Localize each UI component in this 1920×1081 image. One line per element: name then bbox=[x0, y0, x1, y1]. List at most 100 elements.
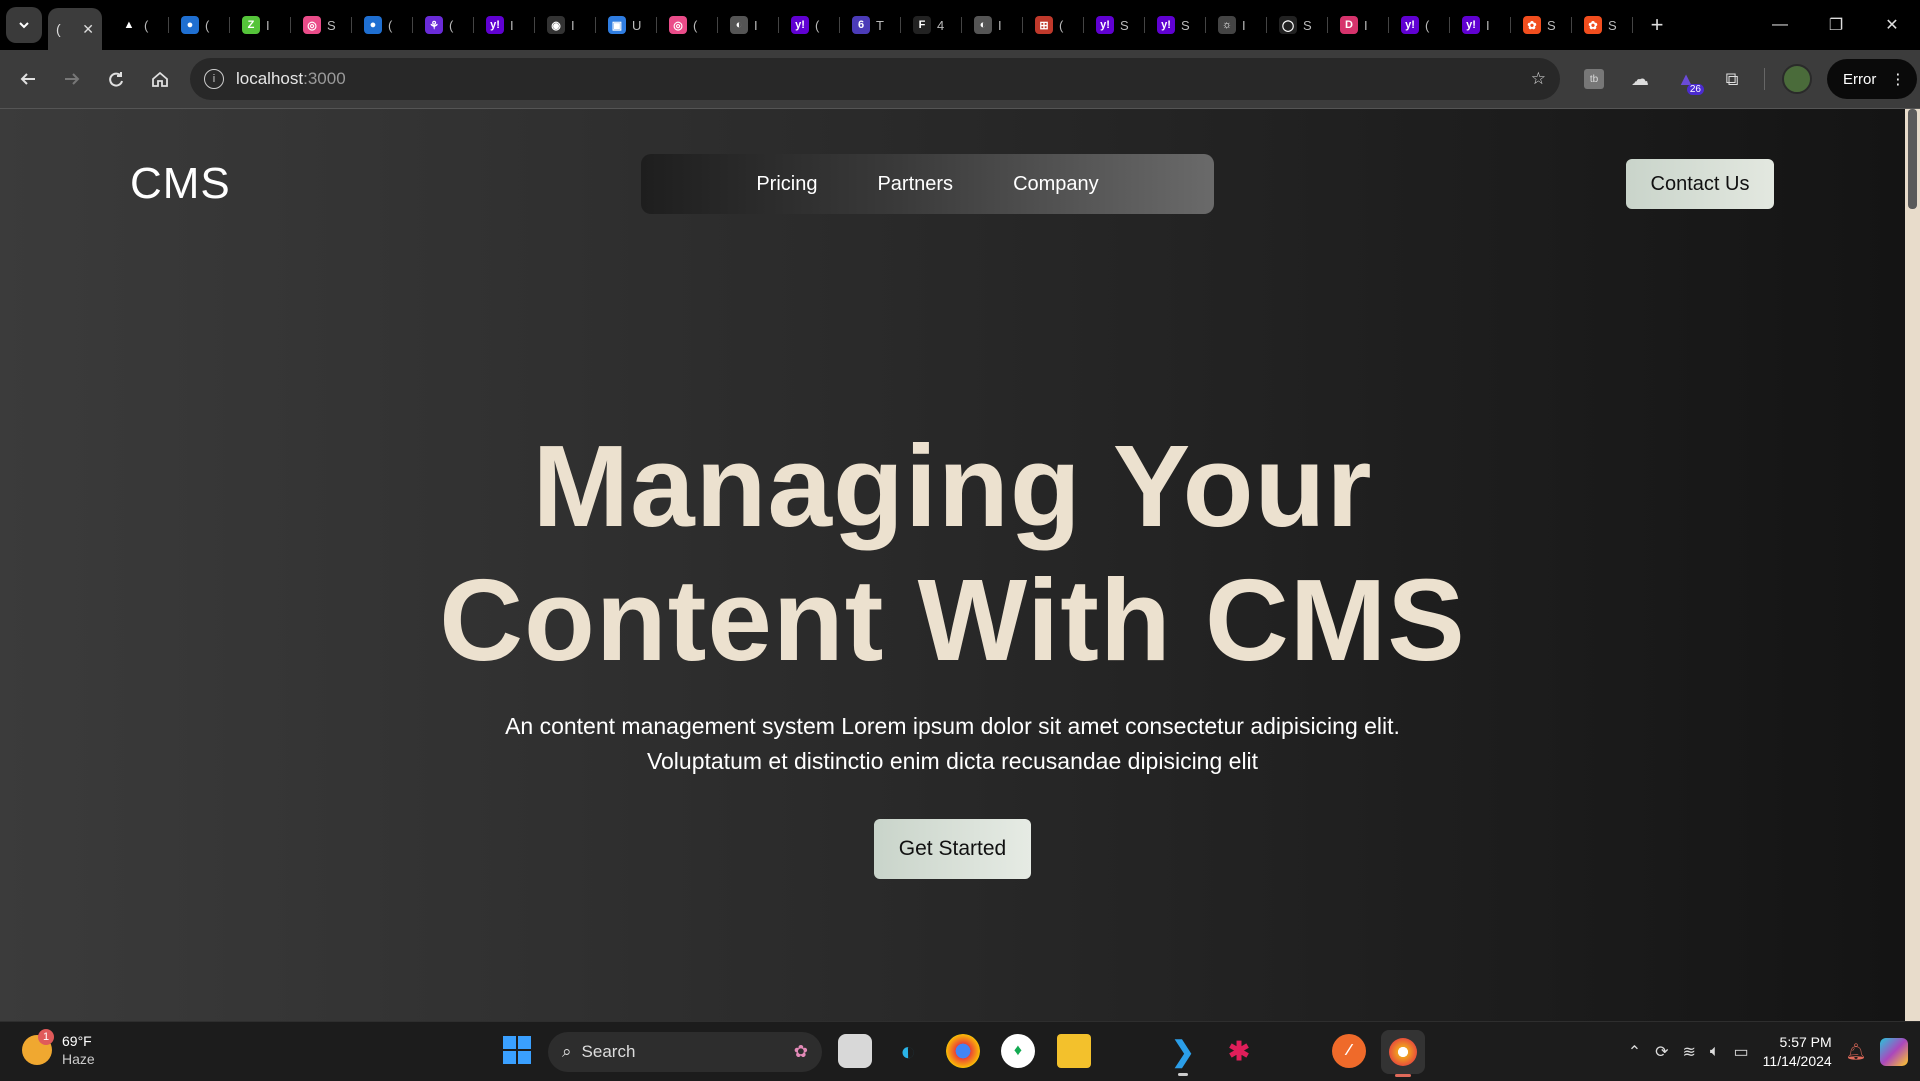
browser-tab-label: ( bbox=[449, 17, 454, 33]
vscode-icon[interactable]: ❯ bbox=[1166, 1034, 1200, 1076]
browser-tab[interactable]: ✿ S bbox=[1511, 7, 1572, 43]
browser-tab[interactable]: ◯ S bbox=[1267, 7, 1328, 43]
browser-tab[interactable]: ▣ U bbox=[596, 7, 657, 43]
mongodb-icon[interactable]: ♦ bbox=[1001, 1034, 1035, 1068]
error-chip-label: Error bbox=[1843, 70, 1877, 88]
nav-link-partners[interactable]: Partners bbox=[877, 173, 953, 196]
notification-bell-icon[interactable]: 🔔︎ bbox=[1846, 1042, 1866, 1062]
browser-tab[interactable]: ◉ I bbox=[535, 7, 596, 43]
battery-icon[interactable]: ▭ bbox=[1734, 1042, 1749, 1062]
back-button[interactable] bbox=[6, 57, 50, 101]
browser-tab[interactable]: ◎ S bbox=[291, 7, 352, 43]
chrome-icon[interactable] bbox=[946, 1034, 980, 1068]
extension-hat-icon[interactable]: ▲ 26 bbox=[1666, 59, 1706, 99]
browser-tab[interactable]: ●( bbox=[352, 7, 413, 43]
yahoo-icon: y! bbox=[791, 16, 809, 34]
clock-date: 11/14/2024 bbox=[1762, 1052, 1832, 1069]
tab-search-button[interactable] bbox=[6, 7, 42, 43]
browser-tab[interactable]: ◐ I bbox=[962, 7, 1023, 43]
wifi-icon[interactable]: ≋ bbox=[1683, 1042, 1696, 1062]
site-info-icon[interactable]: i bbox=[204, 69, 224, 89]
file-explorer-icon[interactable] bbox=[1057, 1034, 1091, 1068]
edge-icon[interactable]: ◐ bbox=[891, 1034, 925, 1068]
browser-tab[interactable]: ◎( bbox=[657, 7, 718, 43]
github-icon: ◯ bbox=[1279, 16, 1297, 34]
browser-tab[interactable]: y! ( bbox=[779, 7, 840, 43]
weather-badge: 1 bbox=[38, 1029, 54, 1045]
show-hidden-icons-icon[interactable]: ⌃ bbox=[1628, 1042, 1641, 1062]
browser-tab[interactable]: ✿ S bbox=[1572, 7, 1633, 43]
restore-icon[interactable]: ❐ bbox=[1808, 0, 1864, 50]
home-button[interactable] bbox=[138, 57, 182, 101]
browser-tab-label: S bbox=[1181, 17, 1190, 33]
contact-us-button[interactable]: Contact Us bbox=[1626, 159, 1774, 209]
taskbar-search[interactable]: ⌕ Search ✿ bbox=[548, 1032, 822, 1072]
globe-blue-icon: ● bbox=[364, 16, 382, 34]
site-nav: Pricing Partners Company bbox=[641, 154, 1214, 214]
figma-icon: ✿ bbox=[1523, 16, 1541, 34]
browser-tab-label: S bbox=[1303, 17, 1312, 33]
browser-tab[interactable]: y! ( bbox=[1389, 7, 1450, 43]
volume-icon[interactable]: 🔈︎ bbox=[1710, 1043, 1720, 1061]
chevron-down-icon bbox=[19, 22, 29, 29]
browser-tab[interactable]: ⊞( bbox=[1023, 7, 1084, 43]
minimize-icon[interactable]: — bbox=[1752, 0, 1808, 50]
forward-button[interactable] bbox=[50, 57, 94, 101]
browser-tab[interactable]: ☼ I bbox=[1206, 7, 1267, 43]
site-logo[interactable]: CMS bbox=[130, 159, 231, 209]
bookmark-star-icon[interactable]: ☆ bbox=[1531, 69, 1546, 89]
browser-tab[interactable]: ▲( bbox=[108, 7, 169, 43]
browser-tab[interactable]: y! S bbox=[1145, 7, 1206, 43]
browser-tab[interactable]: y! S bbox=[1084, 7, 1145, 43]
grid-app-icon: ⊞ bbox=[1035, 16, 1053, 34]
browser-tab[interactable]: 6T bbox=[840, 7, 901, 43]
browser-tab[interactable]: ●( bbox=[169, 7, 230, 43]
browser-tab[interactable]: F4 bbox=[901, 7, 962, 43]
green-app-icon: Z bbox=[242, 16, 260, 34]
postman-icon[interactable]: ⁄ bbox=[1332, 1034, 1366, 1068]
nav-link-company[interactable]: Company bbox=[1013, 173, 1099, 196]
tab-strip: ( ✕ ▲(●(Z I ◎ S ●(⚘(y! I ◉ I ▣ U ◎(◐ Iy!(6 T F 4 ◐ I ⊞(y!… bbox=[0, 0, 1920, 50]
browser-tab-label: I bbox=[754, 17, 758, 33]
browser-tab[interactable]: ZI bbox=[230, 7, 291, 43]
get-started-button[interactable]: Get Started bbox=[874, 819, 1031, 879]
hero-subtitle-line-1: An content management system Lorem ipsum… bbox=[505, 713, 1400, 739]
chrome-canary-icon[interactable] bbox=[1381, 1030, 1425, 1077]
profile-avatar[interactable] bbox=[1777, 59, 1817, 99]
windows-start-icon[interactable] bbox=[503, 1036, 531, 1064]
browser-tab[interactable]: y! I bbox=[1450, 7, 1511, 43]
browser-tab[interactable]: ⚘( bbox=[413, 7, 474, 43]
browser-tab-label: S bbox=[327, 17, 336, 33]
tab-active[interactable]: ( ✕ bbox=[48, 8, 102, 50]
browser-tab-label: I bbox=[1364, 17, 1368, 33]
dribbble-icon: ◎ bbox=[303, 16, 321, 34]
browser-tab[interactable]: ◐ I bbox=[718, 7, 779, 43]
yahoo-icon: y! bbox=[1096, 16, 1114, 34]
weather-widget[interactable]: 1 69°F Haze bbox=[22, 1029, 95, 1068]
extension-tb-icon[interactable]: tb bbox=[1574, 59, 1614, 99]
address-bar[interactable]: i localhost:3000 ☆ bbox=[190, 58, 1560, 100]
task-view-icon[interactable] bbox=[838, 1034, 872, 1068]
clock[interactable]: 5:57 PM 11/14/2024 bbox=[1763, 1033, 1832, 1071]
window-close-icon[interactable]: ✕ bbox=[1864, 0, 1920, 50]
f-app-icon: F bbox=[913, 16, 931, 34]
sync-icon[interactable]: ⟳ bbox=[1655, 1042, 1668, 1062]
browser-tab[interactable]: DI bbox=[1328, 7, 1389, 43]
extension-badge: 26 bbox=[1686, 84, 1704, 95]
new-tab-button[interactable]: + bbox=[1639, 7, 1675, 43]
browser-tab[interactable]: y! I bbox=[474, 7, 535, 43]
close-icon[interactable]: ✕ bbox=[82, 21, 94, 38]
error-chip[interactable]: Error ⋮ bbox=[1827, 59, 1918, 99]
extension-cloud-icon[interactable]: ☁ bbox=[1620, 59, 1660, 99]
reload-button[interactable] bbox=[94, 57, 138, 101]
purple-app-icon: ⚘ bbox=[425, 16, 443, 34]
copilot-icon[interactable] bbox=[1880, 1037, 1908, 1066]
page-scrollbar[interactable] bbox=[1905, 109, 1920, 1021]
nav-link-pricing[interactable]: Pricing bbox=[756, 173, 817, 196]
figma-icon: ✿ bbox=[1584, 16, 1602, 34]
slack-icon[interactable]: ✱ bbox=[1222, 1034, 1256, 1068]
scrollbar-thumb[interactable] bbox=[1908, 109, 1917, 209]
extensions-puzzle-icon[interactable]: ⧉ bbox=[1712, 59, 1752, 99]
kebab-menu-icon[interactable]: ⋮ bbox=[1890, 70, 1905, 88]
clock-time: 5:57 PM bbox=[1779, 1033, 1832, 1050]
